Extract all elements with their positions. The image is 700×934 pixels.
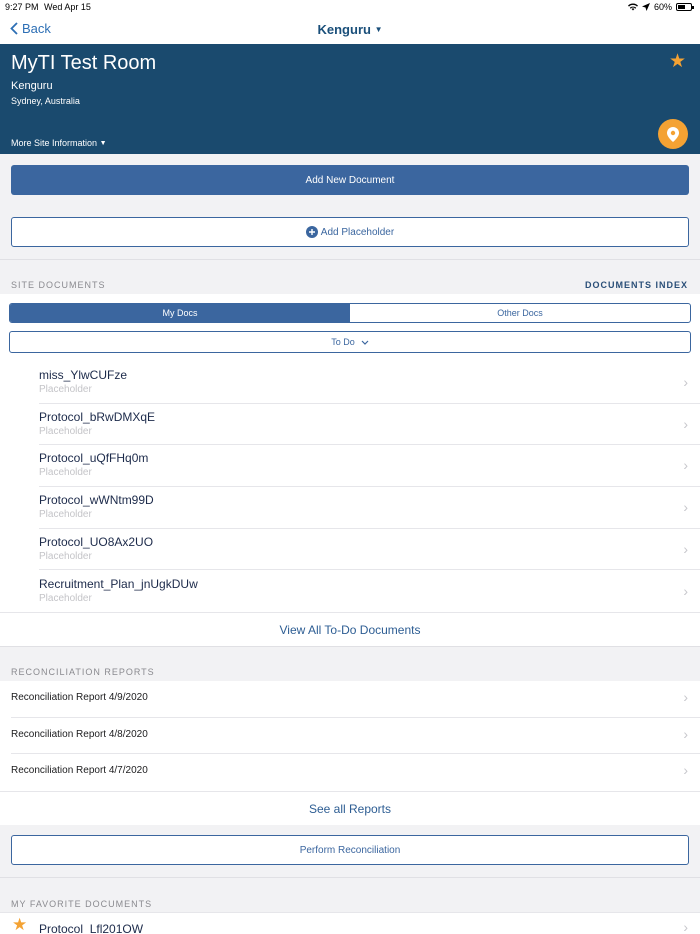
site-documents-title: SITE DOCUMENTS xyxy=(11,280,106,290)
reconciliation-header: RECONCILIATION REPORTS xyxy=(0,646,700,681)
document-type: Placeholder xyxy=(39,467,92,479)
wifi-icon xyxy=(627,3,638,11)
report-title: Reconciliation Report 4/8/2020 xyxy=(11,728,148,740)
document-title: Protocol_bRwDMXqE xyxy=(39,409,156,424)
reconciliation-list: Reconciliation Report 4/9/2020 › Reconci… xyxy=(0,681,700,791)
status-indicators: 60% xyxy=(627,2,694,12)
more-site-info-toggle[interactable]: More Site Information ▼ xyxy=(11,138,107,148)
documents-index-link[interactable]: DOCUMENTS INDEX xyxy=(585,280,688,290)
tab-other-docs[interactable]: Other Docs xyxy=(350,304,690,322)
chevron-right-icon: › xyxy=(683,919,688,934)
perform-area: Perform Reconciliation xyxy=(0,825,700,877)
view-all-todo-link[interactable]: View All To-Do Documents xyxy=(0,612,700,646)
document-type: Placeholder xyxy=(39,425,92,437)
chevron-right-icon: › xyxy=(683,457,688,474)
site-switcher[interactable]: Kenguru ▼ xyxy=(0,22,700,37)
chevron-right-icon: › xyxy=(683,582,688,599)
document-title: miss_YlwCUFze xyxy=(39,368,128,382)
list-item[interactable]: Recruitment_Plan_jnUgkDUw Placeholder › xyxy=(0,571,700,613)
document-title: Protocol_wWNtm99D xyxy=(39,493,154,508)
caret-down-icon: ▼ xyxy=(374,25,383,34)
action-area: Add New Document Add Placeholder xyxy=(0,154,700,259)
status-filter-dropdown[interactable]: To Do xyxy=(9,331,691,353)
document-type: Placeholder xyxy=(39,592,92,604)
nav-title: Kenguru xyxy=(317,22,371,37)
document-type: Placeholder xyxy=(39,550,92,562)
report-title: Reconciliation Report 4/7/2020 xyxy=(11,765,148,777)
chevron-right-icon: › xyxy=(683,415,688,432)
list-item[interactable]: Reconciliation Report 4/8/2020 › xyxy=(0,718,700,755)
chevron-right-icon: › xyxy=(683,725,688,742)
filter-label: To Do xyxy=(331,337,355,347)
add-new-document-button[interactable]: Add New Document xyxy=(11,165,689,195)
favorites-title: MY FAVORITE DOCUMENTS xyxy=(11,899,153,909)
favorite-star-icon[interactable]: ★ xyxy=(669,50,686,73)
list-item[interactable]: Protocol_UO8Ax2UO Placeholder › xyxy=(0,529,700,571)
navigation-bar: Back Kenguru ▼ xyxy=(0,14,700,44)
favorite-star-icon: ★ xyxy=(12,915,28,934)
chevron-right-icon: › xyxy=(683,499,688,516)
report-title: Reconciliation Report 4/9/2020 xyxy=(11,692,148,703)
map-pin-button[interactable] xyxy=(658,119,688,149)
site-documents-header: SITE DOCUMENTS DOCUMENTS INDEX xyxy=(0,260,700,294)
favorite-document-title: Protocol_Lfl201OW xyxy=(39,922,144,934)
chevron-right-icon: › xyxy=(683,762,688,779)
plus-circle-icon xyxy=(305,226,318,238)
status-time: 9:27 PM xyxy=(5,2,39,12)
chevron-right-icon: › xyxy=(683,540,688,557)
location-arrow-icon xyxy=(641,3,650,11)
status-date: Wed Apr 15 xyxy=(44,2,91,12)
document-list: miss_YlwCUFze Placeholder › Protocol_bRw… xyxy=(0,362,700,612)
status-bar: 9:27 PM Wed Apr 15 60% xyxy=(0,0,700,14)
perform-reconciliation-button[interactable]: Perform Reconciliation xyxy=(11,835,689,865)
chevron-right-icon: › xyxy=(683,689,688,705)
add-placeholder-label: Add Placeholder xyxy=(320,226,395,238)
document-type: Placeholder xyxy=(39,509,92,521)
document-type: Placeholder xyxy=(39,384,92,395)
list-item[interactable]: Protocol_wWNtm99D Placeholder › xyxy=(0,487,700,529)
docs-segmented-control: My Docs Other Docs xyxy=(9,303,691,323)
list-item[interactable]: ★ Protocol_Lfl201OW › xyxy=(0,912,700,934)
site-header: MyTI Test Room Kenguru Sydney, Australia… xyxy=(0,44,700,154)
list-item[interactable]: miss_YlwCUFze Placeholder › xyxy=(0,362,700,404)
favorites-header: MY FAVORITE DOCUMENTS xyxy=(0,877,700,912)
add-placeholder-button[interactable]: Add Placeholder xyxy=(11,217,689,247)
page-title: MyTI Test Room xyxy=(11,52,157,74)
reconciliation-title: RECONCILIATION REPORTS xyxy=(11,667,155,677)
document-title: Protocol_UO8Ax2UO xyxy=(39,534,154,549)
map-pin-icon xyxy=(667,126,679,142)
chevron-down-icon xyxy=(361,340,369,345)
site-location: Sydney, Australia xyxy=(11,96,80,106)
list-item[interactable]: Reconciliation Report 4/9/2020 › xyxy=(0,681,700,718)
site-name: Kenguru xyxy=(11,80,53,92)
caret-down-icon: ▼ xyxy=(99,140,107,147)
list-item[interactable]: Protocol_bRwDMXqE Placeholder › xyxy=(0,404,700,446)
battery-percent: 60% xyxy=(653,2,672,12)
document-title: Recruitment_Plan_jnUgkDUw xyxy=(39,576,198,591)
list-item[interactable]: Protocol_uQfFHq0m Placeholder › xyxy=(0,445,700,488)
see-all-reports-link[interactable]: See all Reports xyxy=(0,791,700,825)
tab-my-docs[interactable]: My Docs xyxy=(10,304,350,322)
list-item[interactable]: Reconciliation Report 4/7/2020 › xyxy=(0,754,700,791)
more-site-info-label: More Site Information xyxy=(11,138,98,148)
battery-icon xyxy=(676,3,694,11)
chevron-right-icon: › xyxy=(683,374,688,390)
document-title: Protocol_uQfFHq0m xyxy=(39,451,149,466)
